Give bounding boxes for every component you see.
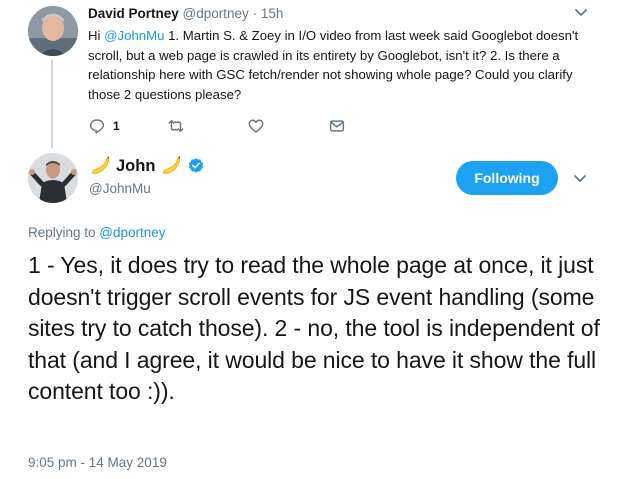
heart-icon [248, 119, 264, 133]
banana-icon [91, 156, 109, 174]
chevron-down-icon[interactable] [573, 174, 587, 184]
parent-tweet-text: Hi @JohnMu 1. Martin S. & Zoey in I/O vi… [88, 26, 588, 104]
parent-text-prefix: Hi [88, 28, 105, 43]
retweet-icon [168, 120, 184, 132]
parent-avatar[interactable] [28, 6, 78, 56]
replying-to-label: Replying to [28, 225, 100, 240]
verified-badge-icon [189, 158, 204, 173]
replying-to-mention[interactable]: @dportney [99, 225, 165, 240]
parent-tweet-header: David Portney @dportney · 15h [88, 6, 283, 21]
thread-connector-line [51, 60, 53, 148]
parent-mention-link[interactable]: @JohnMu [104, 28, 164, 43]
dm-button[interactable] [328, 117, 346, 135]
author-avatar[interactable] [28, 153, 78, 203]
like-button[interactable] [247, 117, 265, 135]
parent-display-name[interactable]: David Portney [88, 6, 179, 21]
retweet-button[interactable] [167, 117, 185, 135]
envelope-icon [329, 120, 345, 132]
author-name-row[interactable]: John [88, 155, 205, 177]
chevron-down-icon[interactable] [574, 8, 588, 18]
reply-count: 1 [113, 119, 120, 133]
replying-to: Replying to @dportney [28, 225, 166, 240]
parent-time[interactable]: 15h [261, 6, 284, 21]
reply-button[interactable]: 1 [88, 117, 120, 135]
header-separator: · [252, 6, 258, 21]
reply-icon [89, 119, 105, 134]
tweet-timestamp[interactable]: 9:05 pm - 14 May 2019 [28, 455, 167, 470]
avatar-image [28, 153, 78, 203]
parent-handle[interactable]: @dportney [183, 6, 249, 21]
author-handle[interactable]: @JohnMu [89, 181, 151, 196]
banana-icon [162, 156, 181, 174]
following-button[interactable]: Following [456, 161, 558, 195]
author-display-name: John [116, 156, 156, 175]
tweet-text: 1 - Yes, it does try to read the whole p… [28, 252, 600, 405]
avatar-image [28, 6, 78, 56]
